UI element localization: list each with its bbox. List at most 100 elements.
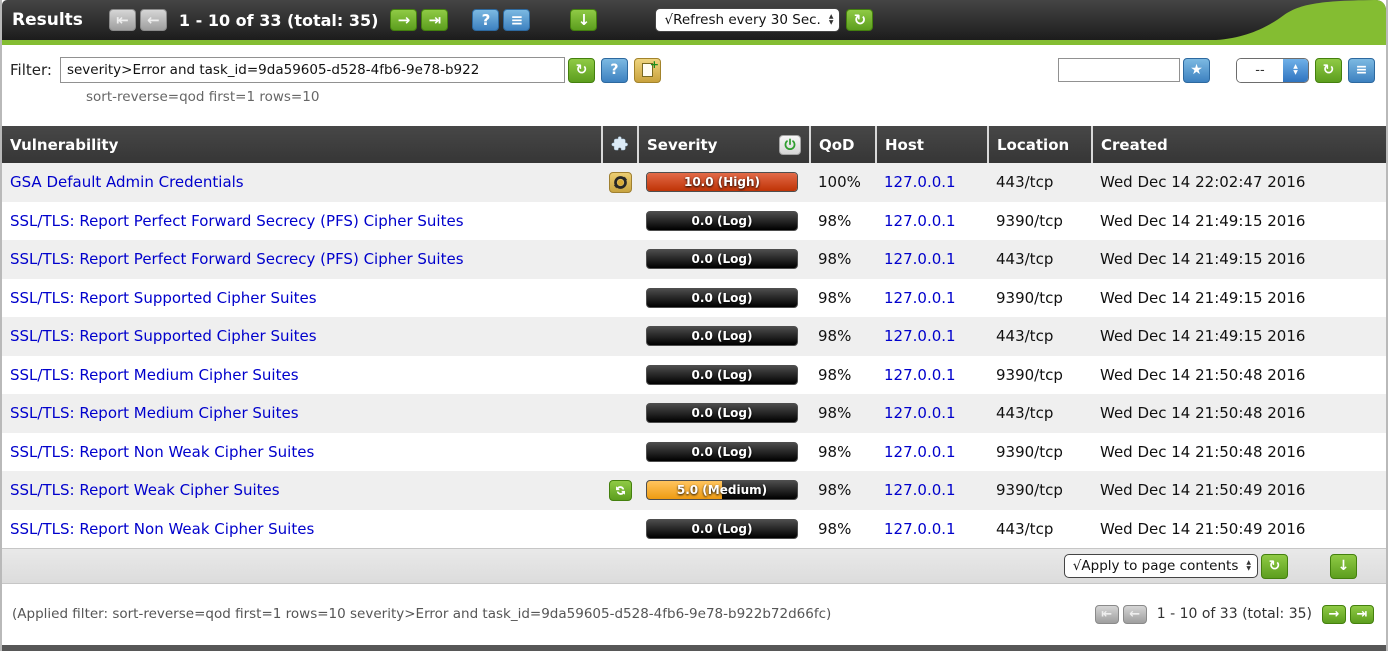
download-button[interactable]: ↓ bbox=[570, 9, 597, 31]
solution-type-cell bbox=[602, 202, 638, 241]
location-value: 9390/tcp bbox=[988, 279, 1092, 318]
created-value: Wed Dec 14 21:50:48 2016 bbox=[1092, 394, 1386, 433]
next-page-button[interactable]: → bbox=[1322, 605, 1346, 624]
column-header-vulnerability[interactable]: Vulnerability bbox=[2, 126, 602, 163]
vulnerability-link[interactable]: GSA Default Admin Credentials bbox=[10, 173, 244, 191]
vulnerability-link[interactable]: SSL/TLS: Report Perfect Forward Secrecy … bbox=[10, 212, 464, 230]
vulnerability-link[interactable]: SSL/TLS: Report Perfect Forward Secrecy … bbox=[10, 250, 464, 268]
vulnerability-link[interactable]: SSL/TLS: Report Medium Cipher Suites bbox=[10, 404, 299, 422]
host-link[interactable]: 127.0.0.1 bbox=[884, 481, 956, 499]
severity-bar-label: 0.0 (Log) bbox=[647, 443, 797, 461]
next-page-icon: → bbox=[1329, 607, 1340, 622]
refresh-interval-value: √Refresh every 30 Sec. bbox=[664, 12, 820, 28]
new-filter-button[interactable]: + bbox=[634, 58, 661, 83]
solution-type-cell bbox=[602, 356, 638, 395]
qod-value: 100% bbox=[810, 163, 876, 202]
host-link[interactable]: 127.0.0.1 bbox=[884, 289, 956, 307]
saved-filter-refresh-button[interactable]: ↻ bbox=[1315, 58, 1342, 83]
puzzle-icon bbox=[611, 135, 630, 154]
next-page-button[interactable]: → bbox=[390, 9, 417, 31]
apply-refresh-button[interactable]: ↻ bbox=[1261, 554, 1288, 579]
host-link[interactable]: 127.0.0.1 bbox=[884, 173, 956, 191]
vulnerability-link[interactable]: SSL/TLS: Report Weak Cipher Suites bbox=[10, 481, 280, 499]
result-row: SSL/TLS: Report Weak Cipher Suites 5.0 (… bbox=[2, 471, 1386, 510]
filter-refresh-button[interactable]: ↻ bbox=[568, 58, 595, 83]
qod-value: 98% bbox=[810, 202, 876, 241]
column-header-solution-type[interactable] bbox=[602, 126, 638, 163]
filter-label: Filter: bbox=[10, 61, 52, 79]
column-header-severity[interactable]: Severity bbox=[638, 126, 810, 163]
save-filter-name-input[interactable] bbox=[1058, 58, 1180, 82]
result-row: GSA Default Admin Credentials 10.0 (High… bbox=[2, 163, 1386, 202]
prev-page-icon: ← bbox=[147, 11, 160, 29]
host-link[interactable]: 127.0.0.1 bbox=[884, 327, 956, 345]
prev-page-button[interactable]: ← bbox=[1123, 605, 1147, 624]
last-page-icon: ⇥ bbox=[1357, 607, 1368, 622]
pagination-range-text: 1 - 10 of 33 (total: 35) bbox=[1157, 606, 1312, 622]
severity-bar: 0.0 (Log) bbox=[646, 519, 798, 539]
overrides-toggle-button[interactable] bbox=[779, 135, 801, 155]
filter-help-button[interactable]: ? bbox=[601, 58, 628, 83]
severity-bar-label: 0.0 (Log) bbox=[647, 289, 797, 307]
severity-bar: 0.0 (Log) bbox=[646, 288, 798, 308]
applied-filter-text: (Applied filter: sort-reverse=qod first=… bbox=[12, 606, 831, 622]
prev-page-button[interactable]: ← bbox=[140, 9, 167, 31]
plus-icon: + bbox=[650, 58, 659, 71]
solution-type-cell bbox=[602, 394, 638, 433]
created-value: Wed Dec 14 21:49:15 2016 bbox=[1092, 202, 1386, 241]
vulnerability-link[interactable]: SSL/TLS: Report Non Weak Cipher Suites bbox=[10, 443, 314, 461]
help-button[interactable]: ? bbox=[472, 9, 499, 31]
list-icon: ≡ bbox=[511, 11, 524, 29]
saved-filter-select[interactable]: -- ▲▼ bbox=[1236, 58, 1309, 83]
top-header-bar: Results ⇤ ← 1 - 10 of 33 (total: 35) → ⇥… bbox=[2, 0, 1386, 40]
download-icon: ↓ bbox=[1338, 558, 1350, 574]
download-icon: ↓ bbox=[578, 11, 591, 29]
vulnerability-link[interactable]: SSL/TLS: Report Supported Cipher Suites bbox=[10, 289, 317, 307]
host-link[interactable]: 127.0.0.1 bbox=[884, 366, 956, 384]
refresh-now-button[interactable]: ↻ bbox=[846, 9, 873, 31]
qod-value: 98% bbox=[810, 317, 876, 356]
list-icon: ≡ bbox=[1356, 62, 1368, 78]
filter-section: Filter: ↻ ? + ★ -- ▲▼ ↻ ≡ sort-reverse=q… bbox=[2, 45, 1386, 126]
solution-type-cell bbox=[602, 163, 638, 202]
column-header-qod[interactable]: QoD bbox=[810, 126, 876, 163]
qod-value: 98% bbox=[810, 356, 876, 395]
created-value: Wed Dec 14 21:49:15 2016 bbox=[1092, 240, 1386, 279]
last-page-button[interactable]: ⇥ bbox=[1350, 605, 1374, 624]
vulnerability-link[interactable]: SSL/TLS: Report Supported Cipher Suites bbox=[10, 327, 317, 345]
help-icon: ? bbox=[610, 62, 618, 78]
filter-list-button[interactable]: ≡ bbox=[1348, 58, 1375, 83]
vulnerability-link[interactable]: SSL/TLS: Report Medium Cipher Suites bbox=[10, 366, 299, 384]
severity-bar: 0.0 (Log) bbox=[646, 249, 798, 269]
column-header-created[interactable]: Created bbox=[1092, 126, 1386, 163]
apply-to-select[interactable]: √Apply to page contents ▲▼ bbox=[1064, 554, 1258, 578]
last-page-button[interactable]: ⇥ bbox=[421, 9, 448, 31]
results-page: Results ⇤ ← 1 - 10 of 33 (total: 35) → ⇥… bbox=[0, 0, 1388, 651]
location-value: 443/tcp bbox=[988, 240, 1092, 279]
filter-input[interactable] bbox=[60, 57, 565, 83]
host-link[interactable]: 127.0.0.1 bbox=[884, 520, 956, 538]
refresh-interval-select[interactable]: √Refresh every 30 Sec. ▲▼ bbox=[655, 8, 840, 32]
severity-bar: 0.0 (Log) bbox=[646, 211, 798, 231]
first-page-button[interactable]: ⇤ bbox=[109, 9, 136, 31]
vulnerability-link[interactable]: SSL/TLS: Report Non Weak Cipher Suites bbox=[10, 520, 314, 538]
column-header-location[interactable]: Location bbox=[988, 126, 1092, 163]
host-link[interactable]: 127.0.0.1 bbox=[884, 212, 956, 230]
created-value: Wed Dec 14 21:49:15 2016 bbox=[1092, 317, 1386, 356]
host-link[interactable]: 127.0.0.1 bbox=[884, 250, 956, 268]
qod-value: 98% bbox=[810, 510, 876, 549]
save-filter-star-button[interactable]: ★ bbox=[1183, 58, 1210, 83]
qod-value: 98% bbox=[810, 279, 876, 318]
host-link[interactable]: 127.0.0.1 bbox=[884, 404, 956, 422]
result-row: SSL/TLS: Report Non Weak Cipher Suites 0… bbox=[2, 510, 1386, 549]
bottom-download-button[interactable]: ↓ bbox=[1330, 554, 1357, 579]
bulk-action-bar: √Apply to page contents ▲▼ ↻ ↓ bbox=[2, 548, 1386, 584]
results-table: Vulnerability Severity bbox=[2, 126, 1386, 548]
page-title: Results bbox=[12, 10, 83, 30]
result-row: SSL/TLS: Report Supported Cipher Suites … bbox=[2, 279, 1386, 318]
list-view-button[interactable]: ≡ bbox=[503, 9, 530, 31]
host-link[interactable]: 127.0.0.1 bbox=[884, 443, 956, 461]
first-page-button[interactable]: ⇤ bbox=[1095, 605, 1119, 624]
column-header-host[interactable]: Host bbox=[876, 126, 988, 163]
select-chevrons-icon: ▲▼ bbox=[1283, 59, 1308, 82]
